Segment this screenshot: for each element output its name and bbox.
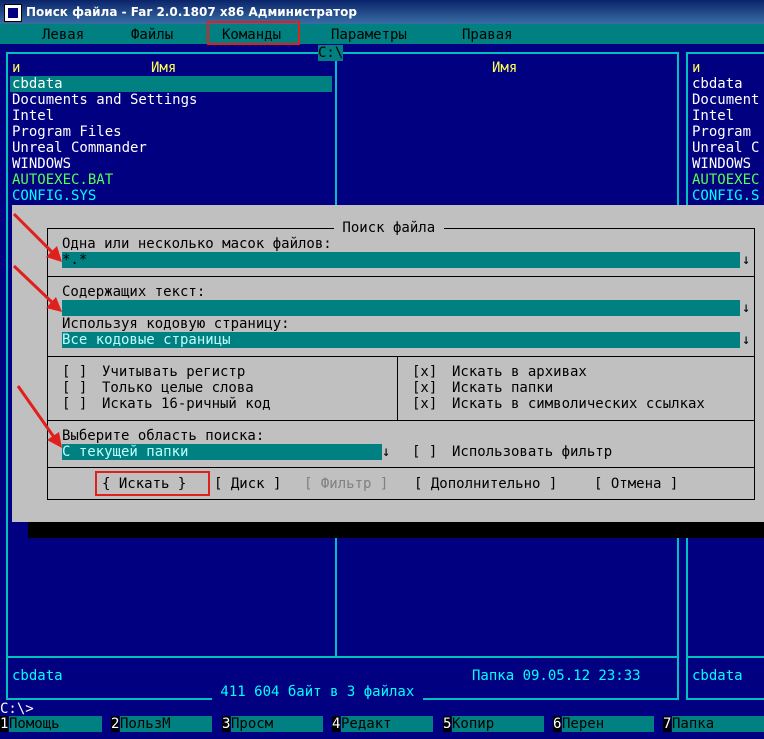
key-number: 2: [111, 716, 120, 732]
option-folders-checkbox[interactable]: [x]: [412, 380, 437, 396]
mask-history-arrow-icon[interactable]: ↓: [742, 252, 750, 268]
filter-label: Использовать фильтр: [452, 444, 613, 460]
key-number: 3: [222, 716, 231, 732]
codepage-select[interactable]: Все кодовые страницы: [62, 332, 740, 348]
right-status-name: cbdata: [692, 668, 743, 684]
menu-bar: Левая Файлы Команды Параметры Правая: [0, 24, 764, 44]
filter-button[interactable]: [ Фильтр ]: [304, 476, 388, 492]
file-item[interactable]: AUTOEXEC.BAT: [12, 172, 113, 188]
file-item[interactable]: Intel: [12, 108, 54, 124]
key-mkdir[interactable]: Папка: [672, 716, 764, 732]
file-item[interactable]: Program: [692, 124, 751, 140]
codepage-label: Используя кодовую страницу:: [62, 316, 290, 332]
text-history-arrow-icon[interactable]: ↓: [742, 300, 750, 316]
file-item[interactable]: Unreal Commander: [12, 140, 147, 156]
title-bar: Поиск файла - Far 2.0.1807 x86 Администр…: [0, 0, 764, 24]
mask-label: Одна или несколько масок файлов:: [62, 236, 332, 252]
separator: [48, 356, 754, 357]
key-usermenu[interactable]: ПользМ: [120, 716, 212, 732]
file-item[interactable]: WINDOWS: [12, 156, 71, 172]
advanced-button[interactable]: [ Дополнительно ]: [414, 476, 557, 492]
separator: [48, 420, 754, 421]
dialog-title: Поиск файла: [334, 220, 444, 236]
panel-summary: 411 604 байт в 3 файлах: [212, 684, 423, 700]
area-dropdown-arrow-icon[interactable]: ↓: [382, 444, 390, 460]
key-move[interactable]: Перен: [562, 716, 654, 732]
right-status-divider: [688, 656, 764, 658]
panel-path[interactable]: C:\: [318, 45, 344, 61]
column-header-n: и: [692, 60, 701, 76]
file-item[interactable]: AUTOEXEC: [692, 172, 759, 188]
column-header-name: Имя: [151, 60, 177, 76]
key-edit[interactable]: Редакт: [341, 716, 433, 732]
area-value: С текущей папки: [62, 444, 189, 460]
dialog-shadow: [28, 522, 764, 538]
option-case-checkbox[interactable]: [ ]: [62, 364, 87, 380]
key-copy[interactable]: Копир: [452, 716, 544, 732]
option-archives-checkbox[interactable]: [x]: [412, 364, 437, 380]
menu-left[interactable]: Левая: [42, 27, 84, 43]
option-case-label: Учитывать регистр: [102, 364, 246, 380]
area-select[interactable]: С текущей папки: [62, 444, 382, 460]
file-item[interactable]: Documents and Settings: [12, 92, 197, 108]
option-symlinks-checkbox[interactable]: [x]: [412, 396, 437, 412]
file-item[interactable]: Program Files: [12, 124, 122, 140]
window-title: Поиск файла - Far 2.0.1807 x86 Администр…: [26, 5, 357, 19]
option-folders-label: Искать папки: [452, 380, 554, 396]
cancel-button[interactable]: [ Отмена ]: [594, 476, 678, 492]
file-item[interactable]: cbdata: [692, 76, 743, 92]
status-divider: [8, 656, 677, 658]
search-button-highlight-box: [95, 471, 210, 496]
text-label: Содержащих текст:: [62, 284, 206, 300]
option-archives-label: Искать в архивах: [452, 364, 587, 380]
key-number: 7: [663, 716, 672, 732]
annotation-arrow-icon: [12, 212, 62, 262]
menu-right[interactable]: Правая: [462, 27, 513, 43]
app-icon: [4, 4, 22, 22]
key-help[interactable]: Помощь: [9, 716, 102, 732]
file-item[interactable]: CONFIG.SYS: [12, 188, 96, 204]
codepage-dropdown-arrow-icon[interactable]: ↓: [742, 332, 750, 348]
file-item[interactable]: Document: [692, 92, 759, 108]
menu-files[interactable]: Файлы: [131, 27, 173, 43]
area-label: Выберите область поиска:: [62, 428, 265, 444]
key-view[interactable]: Просм: [231, 716, 323, 732]
status-name: cbdata: [12, 668, 63, 684]
option-whole-words-label: Только целые слова: [102, 380, 254, 396]
file-item[interactable]: cbdata: [12, 76, 63, 92]
file-item[interactable]: Intel: [692, 108, 734, 124]
command-line[interactable]: C:\>: [0, 701, 34, 717]
annotation-arrow-icon: [16, 385, 62, 448]
menu-options[interactable]: Параметры: [331, 27, 407, 43]
key-number: 5: [443, 716, 452, 732]
status-info: Папка 09.05.12 23:33: [472, 668, 641, 684]
file-item[interactable]: Unreal C: [692, 140, 759, 156]
option-hex-label: Искать 16-ричный код: [102, 396, 271, 412]
key-number: 1: [0, 716, 9, 732]
text-input[interactable]: [62, 300, 740, 316]
options-divider: [397, 357, 398, 420]
separator: [48, 276, 754, 277]
option-symlinks-label: Искать в символических ссылках: [452, 396, 705, 412]
codepage-value: Все кодовые страницы: [62, 332, 231, 348]
drive-button[interactable]: [ Диск ]: [214, 476, 281, 492]
key-number: 4: [332, 716, 341, 732]
column-header-name-2: Имя: [492, 60, 518, 76]
key-number: 6: [553, 716, 562, 732]
column-header-n: и: [12, 60, 21, 76]
file-item[interactable]: CONFIG.S: [692, 188, 759, 204]
separator: [48, 467, 754, 468]
mask-input[interactable]: *.*: [62, 252, 740, 268]
file-item[interactable]: WINDOWS: [692, 156, 751, 172]
commands-highlight-box: [207, 21, 300, 45]
filter-checkbox[interactable]: [ ]: [412, 444, 437, 460]
annotation-arrow-icon: [12, 264, 62, 312]
